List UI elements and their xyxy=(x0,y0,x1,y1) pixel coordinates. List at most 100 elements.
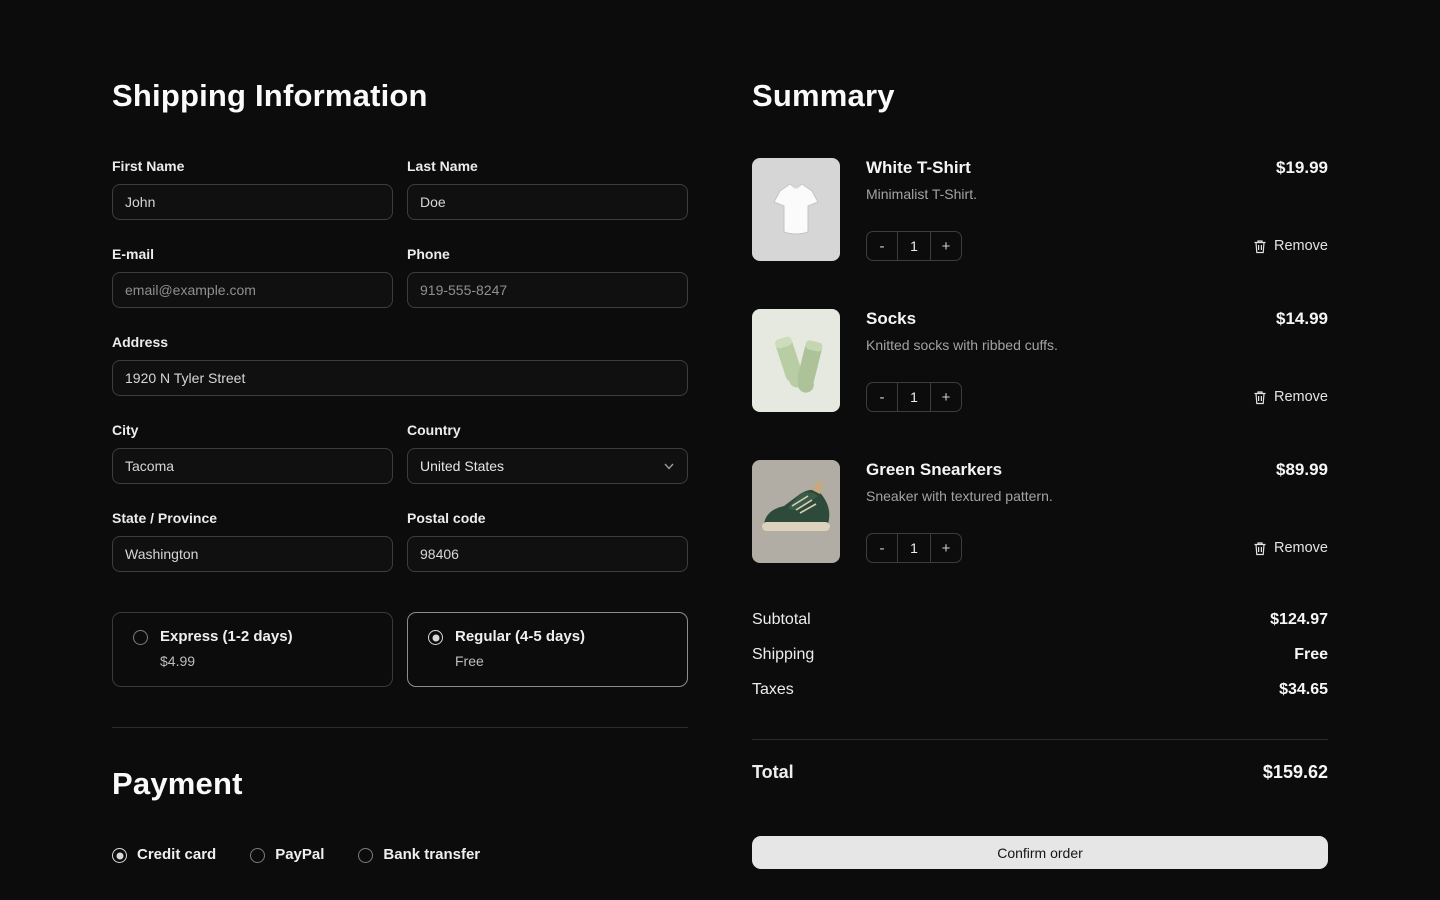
city-input[interactable] xyxy=(112,448,393,484)
qty-increase-button[interactable]: + xyxy=(931,232,961,260)
remove-item-button[interactable]: Remove xyxy=(1253,238,1328,254)
email-label: E-mail xyxy=(112,246,393,262)
phone-input[interactable] xyxy=(407,272,688,308)
cart-item: White T-Shirt Minimalist T-Shirt. $19.99… xyxy=(752,158,1328,261)
checkout-page: Shipping Information First Name Last Nam… xyxy=(0,0,1440,869)
quantity-stepper: - 1 + xyxy=(866,533,962,563)
email-input[interactable] xyxy=(112,272,393,308)
state-field: State / Province xyxy=(112,510,393,572)
item-name: Socks xyxy=(866,309,1058,329)
subtotal-label: Subtotal xyxy=(752,611,811,629)
remove-label: Remove xyxy=(1274,389,1328,405)
radio-icon xyxy=(358,848,373,863)
total-value: $159.62 xyxy=(1263,762,1328,783)
product-image-green-socks xyxy=(752,309,840,412)
item-description: Knitted socks with ribbed cuffs. xyxy=(866,337,1058,353)
shipping-section: Shipping Information First Name Last Nam… xyxy=(112,78,688,869)
last-name-field: Last Name xyxy=(407,158,688,220)
trash-icon xyxy=(1253,239,1267,254)
item-price: $14.99 xyxy=(1276,309,1328,329)
taxes-row: Taxes $34.65 xyxy=(752,681,1328,699)
option-price: Free xyxy=(455,653,585,669)
taxes-value: $34.65 xyxy=(1279,681,1328,699)
total-label: Total xyxy=(752,762,794,783)
section-divider xyxy=(112,727,688,728)
address-input[interactable] xyxy=(112,360,688,396)
qty-value: 1 xyxy=(897,534,931,562)
item-description: Minimalist T-Shirt. xyxy=(866,186,977,202)
payment-method-label: Credit card xyxy=(137,846,216,863)
cart-item: Green Snearkers Sneaker with textured pa… xyxy=(752,460,1328,563)
country-value: United States xyxy=(420,458,504,474)
first-name-input[interactable] xyxy=(112,184,393,220)
phone-field: Phone xyxy=(407,246,688,308)
state-label: State / Province xyxy=(112,510,393,526)
radio-icon xyxy=(250,848,265,863)
qty-decrease-button[interactable]: - xyxy=(867,534,897,562)
first-name-label: First Name xyxy=(112,158,393,174)
country-label: Country xyxy=(407,422,688,438)
postal-code-label: Postal code xyxy=(407,510,688,526)
payment-method-label: Bank transfer xyxy=(383,846,480,863)
summary-section: Summary White T-Shirt Minimalist T-Shirt… xyxy=(752,78,1328,869)
address-label: Address xyxy=(112,334,688,350)
subtotal-value: $124.97 xyxy=(1270,611,1328,629)
first-name-field: First Name xyxy=(112,158,393,220)
qty-increase-button[interactable]: + xyxy=(931,383,961,411)
radio-icon xyxy=(133,630,148,645)
postal-code-input[interactable] xyxy=(407,536,688,572)
remove-item-button[interactable]: Remove xyxy=(1253,389,1328,405)
item-name: White T-Shirt xyxy=(866,158,977,178)
cart-item: Socks Knitted socks with ribbed cuffs. $… xyxy=(752,309,1328,412)
shipping-option-express[interactable]: Express (1-2 days) $4.99 xyxy=(112,612,393,687)
product-image-white-tshirt xyxy=(752,158,840,261)
item-price: $89.99 xyxy=(1276,460,1328,480)
shipping-title: Shipping Information xyxy=(112,78,688,114)
radio-icon xyxy=(112,848,127,863)
shipping-value: Free xyxy=(1294,646,1328,664)
chevron-down-icon xyxy=(663,460,675,472)
city-label: City xyxy=(112,422,393,438)
taxes-label: Taxes xyxy=(752,681,794,699)
qty-increase-button[interactable]: + xyxy=(931,534,961,562)
payment-methods: Credit card PayPal Bank transfer xyxy=(112,846,688,863)
last-name-input[interactable] xyxy=(407,184,688,220)
total-row: Total $159.62 xyxy=(752,762,1328,783)
payment-method-credit-card[interactable]: Credit card xyxy=(112,846,216,863)
shipping-options: Express (1-2 days) $4.99 Regular (4-5 da… xyxy=(112,612,688,687)
address-field: Address xyxy=(112,334,688,396)
option-label: Regular (4-5 days) xyxy=(455,628,585,645)
summary-title: Summary xyxy=(752,78,1328,114)
qty-value: 1 xyxy=(897,232,931,260)
subtotal-row: Subtotal $124.97 xyxy=(752,611,1328,629)
payment-method-bank-transfer[interactable]: Bank transfer xyxy=(358,846,480,863)
state-input[interactable] xyxy=(112,536,393,572)
total-divider xyxy=(752,739,1328,740)
last-name-label: Last Name xyxy=(407,158,688,174)
remove-label: Remove xyxy=(1274,540,1328,556)
qty-decrease-button[interactable]: - xyxy=(867,232,897,260)
email-field: E-mail xyxy=(112,246,393,308)
shipping-label: Shipping xyxy=(752,646,814,664)
option-price: $4.99 xyxy=(160,653,293,669)
shipping-row: Shipping Free xyxy=(752,646,1328,664)
quantity-stepper: - 1 + xyxy=(866,382,962,412)
remove-item-button[interactable]: Remove xyxy=(1253,540,1328,556)
qty-value: 1 xyxy=(897,383,931,411)
payment-method-paypal[interactable]: PayPal xyxy=(250,846,324,863)
country-field: Country United States xyxy=(407,422,688,484)
country-select[interactable]: United States xyxy=(407,448,688,484)
product-image-green-sneaker xyxy=(752,460,840,563)
trash-icon xyxy=(1253,541,1267,556)
item-name: Green Snearkers xyxy=(866,460,1053,480)
phone-label: Phone xyxy=(407,246,688,262)
postal-code-field: Postal code xyxy=(407,510,688,572)
qty-decrease-button[interactable]: - xyxy=(867,383,897,411)
shipping-option-regular[interactable]: Regular (4-5 days) Free xyxy=(407,612,688,687)
remove-label: Remove xyxy=(1274,238,1328,254)
totals: Subtotal $124.97 Shipping Free Taxes $34… xyxy=(752,611,1328,783)
trash-icon xyxy=(1253,390,1267,405)
confirm-order-button[interactable]: Confirm order xyxy=(752,836,1328,869)
payment-title: Payment xyxy=(112,766,688,802)
item-description: Sneaker with textured pattern. xyxy=(866,488,1053,504)
